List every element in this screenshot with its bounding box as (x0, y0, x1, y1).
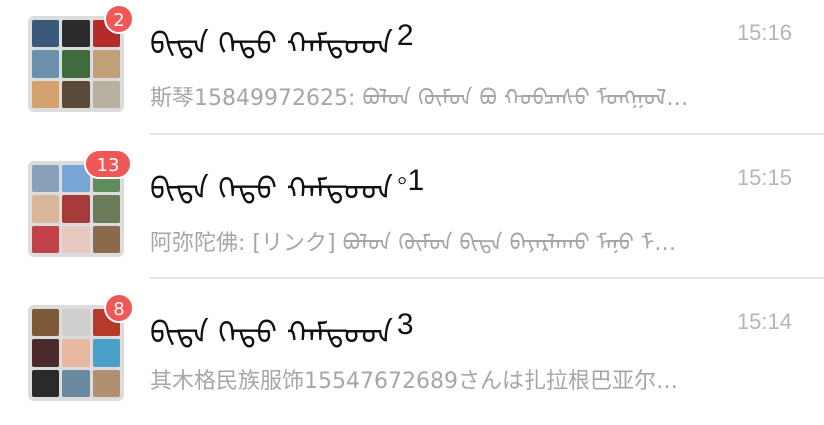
chat-row[interactable]: 2 ᠪᠢᠳᠡ ᠬᠡᠳᠦ ᠬᠠᠮᠲᠤᠳ 2 15:16 斯琴15849972625… (0, 0, 824, 136)
avatar-tile (32, 20, 60, 48)
avatar-tile (92, 195, 120, 223)
chat-title: ᠪᠢᠳᠡ ᠬᠡᠳᠦ ᠬᠠᠮᠲᠤᠳ 3 (150, 305, 414, 351)
avatar-tile (62, 80, 90, 108)
divider (150, 277, 824, 279)
divider (150, 133, 824, 135)
avatar-tile (62, 195, 90, 223)
avatar-tile (32, 195, 60, 223)
avatar-tile (62, 309, 90, 337)
chat-preview: 阿弥陀佛: [リンク] ᠪᠣᠯᠣᠨ ᠬᠦᠮᠦᠨ ᠪᠢᠳᠡ ᠪᠠᠶᠠᠷᠯᠠᠬᠤ ᠮ… (150, 231, 677, 253)
avatar-tile (32, 309, 60, 337)
chat-time: 15:15 (736, 165, 792, 190)
chat-title-text: ᠪᠢᠳᠡ ᠬᠡᠳᠦ ᠬᠠᠮᠲᠤᠳ (150, 171, 393, 207)
avatar-tile (92, 225, 120, 253)
chat-time: 15:16 (736, 20, 792, 45)
avatar-tile (32, 225, 60, 253)
avatar-tile (32, 50, 60, 78)
chat-row[interactable]: 13 ᠪᠢᠳᠡ ᠬᠡᠳᠦ ᠬᠠᠮᠲᠤᠳ ◦1 15:15 阿弥陀佛: [リンク]… (0, 137, 824, 281)
avatar-tile (62, 225, 90, 253)
chat-title: ᠪᠢᠳᠡ ᠬᠡᠳᠦ ᠬᠠᠮᠲᠤᠳ 2 (150, 16, 414, 62)
unread-badge: 13 (84, 149, 132, 179)
avatar-tile (62, 369, 90, 397)
avatar-tile (32, 339, 60, 367)
chat-title-text: ᠪᠢᠳᠡ ᠬᠡᠳᠦ ᠬᠠᠮᠲᠤᠳ (150, 26, 393, 62)
chat-title-suffix: 3 (396, 308, 414, 341)
chat-title-suffix: ◦1 (396, 164, 425, 197)
avatar-tile (62, 50, 90, 78)
chat-title-suffix: 2 (396, 19, 414, 52)
chat-row[interactable]: 8 ᠪᠢᠳᠡ ᠬᠡᠳᠦ ᠬᠠᠮᠲᠤᠳ 3 15:14 其木格民族服饰155476… (0, 281, 824, 425)
unread-badge: 8 (104, 293, 134, 323)
avatar-tile (32, 80, 60, 108)
avatar-tile (92, 339, 120, 367)
chat-title: ᠪᠢᠳᠡ ᠬᠡᠳᠦ ᠬᠠᠮᠲᠤᠳ ◦1 (150, 161, 425, 207)
chat-preview: 其木格民族服饰15547672689さんは扎拉根巴亚尔… (150, 369, 678, 394)
avatar-tile (62, 20, 90, 48)
avatar-tile (92, 50, 120, 78)
chat-list: 2 ᠪᠢᠳᠡ ᠬᠡᠳᠦ ᠬᠠᠮᠲᠤᠳ 2 15:16 斯琴15849972625… (0, 0, 824, 421)
unread-badge: 2 (104, 4, 134, 34)
chat-preview: 斯琴15849972625: ᠪᠣᠯᠣᠨ ᠬᠦᠮᠦᠨ ᠪᠣ ᠬᠣᠪᠴᠠᠰᠤ ᠮᠣ… (150, 86, 689, 108)
avatar-tile (92, 80, 120, 108)
chat-title-text: ᠪᠢᠳᠡ ᠬᠡᠳᠦ ᠬᠠᠮᠲᠤᠳ (150, 315, 393, 351)
avatar-tile (32, 369, 60, 397)
avatar-tile (62, 339, 90, 367)
chat-time: 15:14 (736, 309, 792, 334)
avatar-tile (32, 165, 60, 193)
avatar-tile (92, 369, 120, 397)
